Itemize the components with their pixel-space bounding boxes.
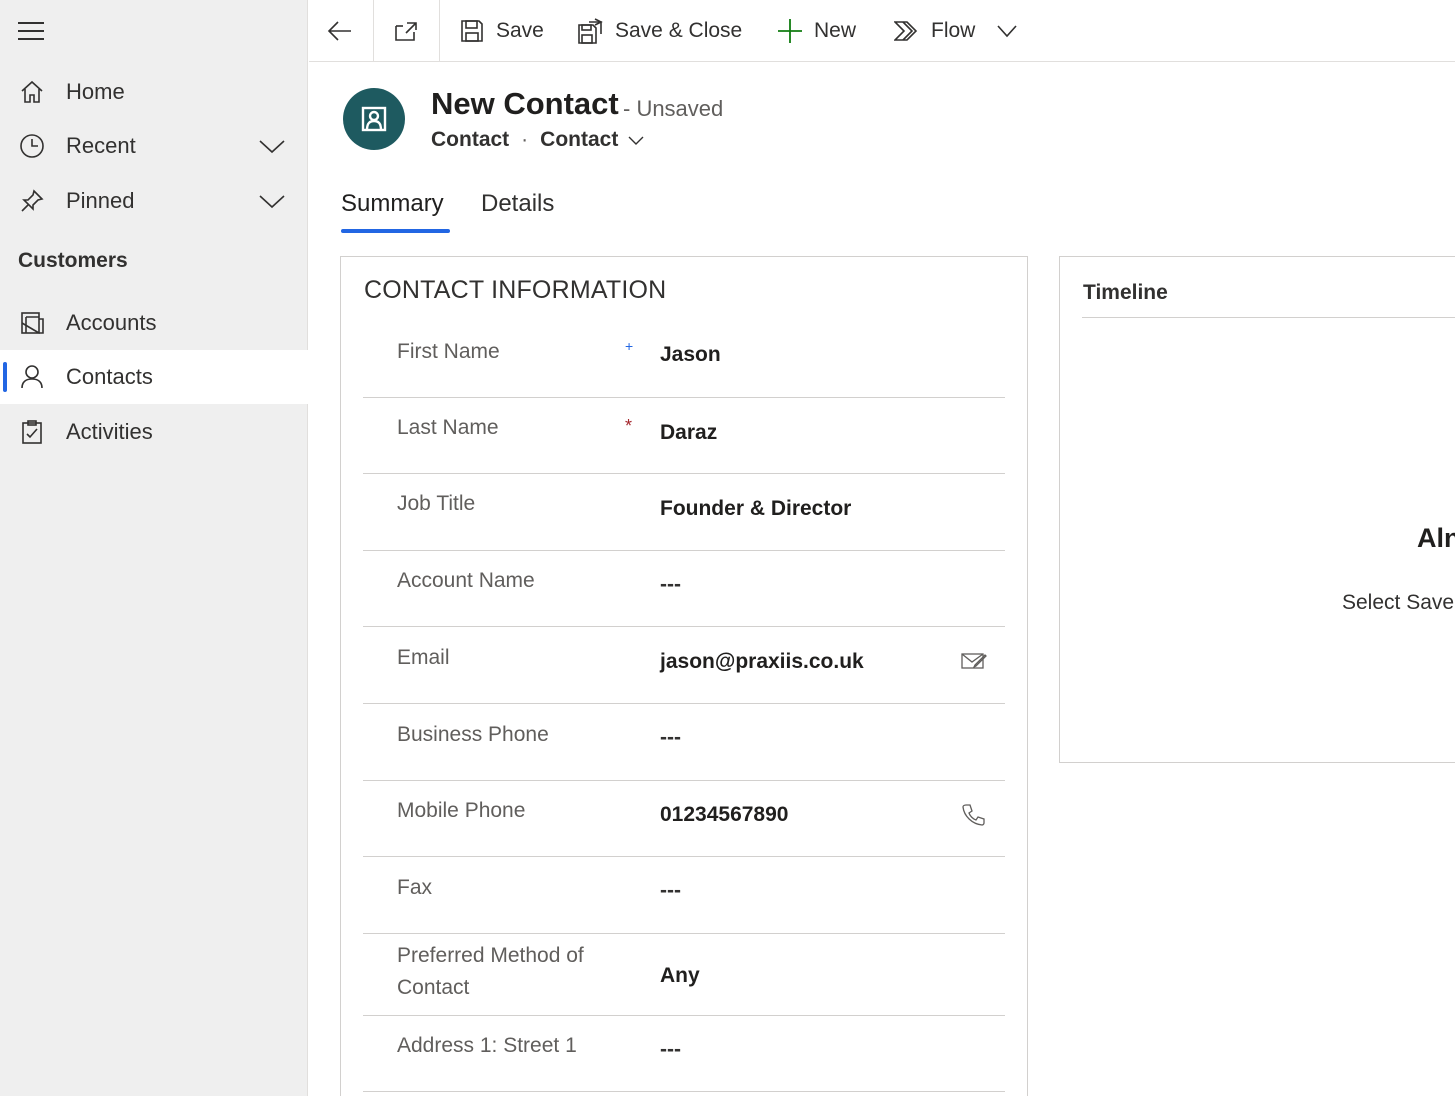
save-button-label: Save — [496, 19, 544, 42]
timeline-panel: Timeline Aln Select Save — [1059, 256, 1455, 763]
sidebar-section-title: Customers — [18, 249, 128, 272]
section-heading: CONTACT INFORMATION — [364, 276, 667, 304]
field-value[interactable]: Daraz — [660, 421, 717, 445]
field-preferred-method-of-contact[interactable]: Preferred Method of Contact Any — [363, 934, 1005, 1016]
tab-details[interactable]: Details — [481, 190, 554, 218]
field-label: First Name — [397, 340, 500, 363]
separator-dot: · — [521, 128, 529, 151]
contact-information-section: CONTACT INFORMATION First Name + Jason L… — [340, 256, 1028, 1096]
sidebar-item-label: Contacts — [66, 364, 153, 389]
timeline-empty-heading: Aln — [1417, 523, 1455, 553]
accounts-icon — [18, 309, 46, 337]
field-fax[interactable]: Fax --- — [363, 857, 1005, 934]
sidebar-item-label: Home — [66, 79, 125, 104]
field-label: Email — [397, 646, 450, 669]
open-new-window-icon — [395, 22, 417, 41]
chevron-down-icon[interactable] — [258, 191, 286, 211]
recommended-marker: + — [625, 338, 634, 354]
open-in-new-window-button[interactable] — [393, 0, 419, 62]
chevron-down-icon[interactable] — [258, 136, 286, 156]
field-first-name[interactable]: First Name + Jason — [363, 320, 1005, 398]
save-close-icon — [578, 18, 603, 44]
command-bar: Save Save & Close New Flow — [309, 0, 1455, 62]
sidebar: Home Recent Pinned Customers Accounts Co… — [0, 0, 308, 1096]
field-value[interactable]: jason@praxiis.co.uk — [660, 650, 864, 674]
field-label: Last Name — [397, 416, 499, 439]
field-value[interactable]: Founder & Director — [660, 497, 851, 521]
field-value[interactable]: --- — [660, 1038, 681, 1062]
record-avatar — [343, 88, 405, 150]
field-account-name[interactable]: Account Name --- — [363, 551, 1005, 627]
sidebar-item-label: Activities — [66, 419, 153, 444]
sidebar-item-recent[interactable]: Recent — [0, 119, 308, 173]
sidebar-item-activities[interactable]: Activities — [0, 405, 308, 459]
sidebar-item-contacts[interactable]: Contacts — [0, 350, 308, 404]
timeline-empty-message: Select Save — [1342, 591, 1455, 614]
field-value[interactable]: --- — [660, 573, 681, 597]
save-close-button-label: Save & Close — [615, 19, 743, 42]
plus-icon — [778, 19, 802, 43]
flow-button[interactable]: Flow — [894, 0, 975, 62]
sidebar-item-pinned[interactable]: Pinned — [0, 174, 308, 228]
field-address-street-1[interactable]: Address 1: Street 1 --- — [363, 1016, 1005, 1092]
field-value[interactable]: --- — [660, 726, 681, 750]
new-button-label: New — [814, 19, 857, 42]
field-business-phone[interactable]: Business Phone --- — [363, 704, 1005, 781]
flow-icon — [894, 21, 918, 41]
hamburger-menu-icon[interactable] — [18, 22, 44, 40]
sidebar-item-label: Accounts — [66, 310, 157, 335]
clock-icon — [18, 132, 46, 160]
field-label: Job Title — [397, 492, 476, 515]
field-value[interactable]: Jason — [660, 343, 721, 367]
field-last-name[interactable]: Last Name * Daraz — [363, 398, 1005, 474]
record-title: New Contact — [431, 86, 619, 121]
field-email[interactable]: Email jason@praxiis.co.uk — [363, 627, 1005, 704]
field-mobile-phone[interactable]: Mobile Phone 01234567890 — [363, 781, 1005, 857]
field-label: Fax — [397, 876, 433, 899]
back-button[interactable] — [327, 0, 353, 62]
field-label: Preferred Method of Contact — [397, 944, 584, 999]
required-marker: * — [625, 416, 633, 436]
chevron-down-icon — [628, 136, 644, 145]
flow-button-label: Flow — [931, 19, 976, 42]
new-button[interactable]: New — [777, 0, 856, 62]
field-job-title[interactable]: Job Title Founder & Director — [363, 474, 1005, 551]
sidebar-item-accounts[interactable]: Accounts — [0, 296, 308, 350]
field-value[interactable]: Any — [660, 964, 700, 988]
timeline-divider — [1082, 317, 1455, 318]
tab-summary[interactable]: Summary — [341, 190, 444, 218]
field-label: Mobile Phone — [397, 799, 526, 822]
form-selector-label: Contact — [540, 128, 619, 151]
field-label: Address 1: Street 1 — [397, 1034, 577, 1057]
record-save-status: - Unsaved — [623, 96, 724, 121]
entity-breadcrumb: Contact · Contact — [431, 128, 644, 152]
sidebar-item-label: Recent — [66, 133, 136, 158]
field-value[interactable]: --- — [660, 879, 681, 903]
contact-card-icon — [361, 106, 387, 132]
field-value[interactable]: 01234567890 — [660, 803, 788, 827]
field-label: Business Phone — [397, 723, 549, 746]
save-and-close-button[interactable]: Save & Close — [577, 0, 742, 62]
toolbar-divider — [439, 0, 440, 62]
form-selector[interactable]: Contact — [540, 128, 644, 152]
home-icon — [18, 78, 46, 106]
toolbar-divider — [373, 0, 374, 62]
contact-person-icon — [18, 363, 46, 391]
sidebar-item-label: Pinned — [66, 188, 135, 213]
active-tab-indicator — [341, 229, 450, 233]
send-email-icon[interactable] — [961, 651, 989, 675]
sidebar-item-home[interactable]: Home — [0, 65, 308, 119]
save-button[interactable]: Save — [460, 0, 544, 62]
entity-name: Contact — [431, 128, 510, 151]
save-icon — [461, 20, 483, 42]
clipboard-icon — [18, 418, 46, 446]
chevron-down-icon — [997, 25, 1017, 38]
phone-call-icon[interactable] — [961, 803, 989, 827]
pin-icon — [18, 187, 46, 215]
field-label: Account Name — [397, 569, 535, 592]
back-arrow-icon — [327, 21, 351, 41]
timeline-title: Timeline — [1083, 281, 1168, 304]
more-commands-chevron[interactable] — [997, 0, 1017, 62]
